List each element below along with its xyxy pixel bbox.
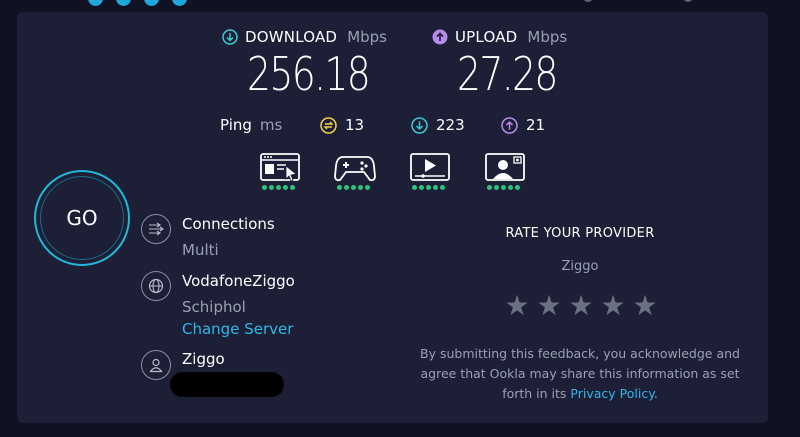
download-header: DOWNLOAD Mbps	[222, 28, 387, 46]
rate-provider-title: RATE YOUR PROVIDER	[505, 226, 655, 241]
rate-provider-name: Ziggo	[561, 259, 599, 274]
disclaimer-end: .	[653, 386, 658, 401]
star-5-icon[interactable]: ★	[631, 292, 659, 320]
ping-upload: 21	[501, 116, 545, 134]
feedback-disclaimer: By submitting this feedback, you acknowl…	[408, 344, 752, 404]
download-ping-icon	[411, 116, 428, 134]
video-chat-icon	[485, 153, 525, 181]
change-server-link[interactable]: Change Server	[182, 320, 293, 338]
download-value: 256.18	[247, 47, 371, 101]
redacted-ip	[170, 372, 284, 397]
video-streaming-rating	[408, 152, 452, 196]
go-button[interactable]: GO	[34, 170, 130, 266]
ping-unit: ms	[259, 116, 283, 134]
ping-idle: 13	[320, 116, 364, 134]
top-right-icon[interactable]	[683, 0, 693, 2]
connections-icon	[141, 214, 171, 244]
upload-label: UPLOAD	[455, 28, 518, 46]
user-icon	[141, 350, 171, 380]
upload-unit: Mbps	[527, 28, 568, 46]
upload-value: 27.28	[457, 47, 558, 101]
server-name: VodafoneZiggo	[182, 272, 295, 290]
star-2-icon[interactable]: ★	[535, 292, 563, 320]
rating-dots	[412, 185, 445, 190]
ping-label: Ping	[220, 116, 252, 134]
right-edge	[768, 0, 800, 437]
upload-ping-icon	[501, 116, 518, 134]
star-4-icon[interactable]: ★	[599, 292, 627, 320]
top-nav-dot[interactable]	[88, 0, 103, 6]
ping-label-group: Ping ms	[220, 116, 282, 134]
rating-dots	[337, 185, 370, 190]
idle-ping-icon	[320, 116, 337, 134]
top-nav-dots	[88, 0, 187, 6]
ping-idle-value: 13	[345, 116, 365, 134]
provider-name: Ziggo	[182, 350, 225, 368]
top-right-icons	[583, 0, 693, 2]
top-right-icon[interactable]	[583, 0, 593, 2]
ping-download-value: 223	[436, 116, 465, 134]
rating-dots	[487, 185, 520, 190]
web-browsing-icon	[260, 153, 300, 182]
star-1-icon[interactable]: ★	[503, 292, 531, 320]
star-rating: ★ ★ ★ ★ ★	[503, 292, 659, 320]
go-button-label[interactable]: GO	[40, 176, 124, 260]
upload-header: UPLOAD Mbps	[432, 28, 567, 46]
upload-arrow-icon	[432, 29, 448, 45]
ping-upload-value: 21	[526, 116, 546, 134]
top-nav-dot[interactable]	[116, 0, 131, 6]
download-unit: Mbps	[347, 28, 387, 46]
connections-value: Multi	[182, 241, 219, 259]
rating-dots	[262, 185, 295, 190]
server-location: Schiphol	[182, 298, 246, 316]
video-streaming-icon	[410, 153, 450, 181]
globe-icon	[141, 271, 171, 301]
top-nav-dot[interactable]	[172, 0, 187, 6]
top-nav-dot[interactable]	[144, 0, 159, 6]
connections-title: Connections	[182, 215, 275, 233]
star-3-icon[interactable]: ★	[567, 292, 595, 320]
download-arrow-icon	[222, 29, 238, 45]
download-label: DOWNLOAD	[245, 28, 338, 46]
ping-download: 223	[411, 116, 465, 134]
gaming-rating	[333, 152, 377, 196]
video-chat-rating	[483, 152, 527, 196]
privacy-policy-link[interactable]: Privacy Policy	[570, 386, 653, 401]
web-browsing-rating	[258, 152, 302, 196]
gaming-icon	[334, 156, 376, 182]
